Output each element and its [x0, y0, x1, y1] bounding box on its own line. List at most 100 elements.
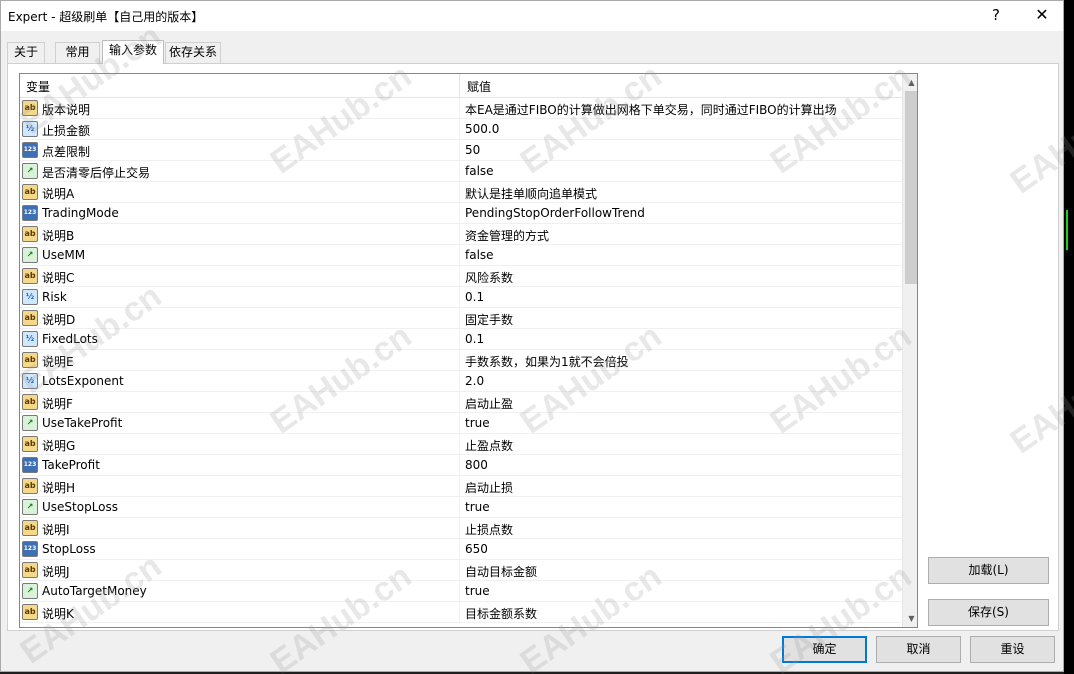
integer-type-icon: 123 — [22, 142, 38, 158]
value-cell[interactable]: 50 — [461, 140, 902, 160]
table-row[interactable]: ½ FixedLots 0.1 — [20, 329, 902, 350]
table-row[interactable]: 123 TradingMode PendingStopOrderFollowTren… — [20, 203, 902, 224]
table-row[interactable]: ab 说明J 自动目标金额 — [20, 560, 902, 581]
value-cell[interactable]: 资金管理的方式 — [461, 224, 902, 244]
tab-common[interactable]: 常用 — [55, 42, 100, 63]
column-header-value[interactable]: 赋值 — [467, 78, 491, 95]
variable-cell[interactable]: ½ Risk — [20, 287, 460, 307]
variable-cell[interactable]: ab 说明I — [20, 518, 460, 538]
save-button[interactable]: 保存(S) — [928, 599, 1049, 626]
value-cell[interactable]: 风险系数 — [461, 266, 902, 286]
table-row[interactable]: ½ LotsExponent 2.0 — [20, 371, 902, 392]
variable-cell[interactable]: ab 说明K — [20, 602, 460, 622]
variable-cell[interactable]: ½ LotsExponent — [20, 371, 460, 391]
table-row[interactable]: ↗ UseTakeProfit true — [20, 413, 902, 434]
table-row[interactable]: 123 点差限制 50 — [20, 140, 902, 161]
scroll-down-icon[interactable]: ▼ — [903, 610, 917, 627]
value-cell[interactable]: false — [461, 245, 902, 265]
cancel-button[interactable]: 取消 — [876, 636, 961, 663]
table-row[interactable]: 123 StopLoss 650 — [20, 539, 902, 560]
expert-properties-dialog: Expert - 超级刷单【自己用的版本】 ? ✕ 关于 常用 输入参数 依存关… — [0, 0, 1064, 672]
close-icon[interactable]: ✕ — [1019, 1, 1065, 31]
value-cell[interactable]: 止损点数 — [461, 518, 902, 538]
value-cell[interactable]: false — [461, 161, 902, 181]
tab-inputs[interactable]: 输入参数 — [102, 40, 164, 64]
table-row[interactable]: 123 TakeProfit 800 — [20, 455, 902, 476]
value-cell[interactable]: 启动止盈 — [461, 392, 902, 412]
value-cell[interactable]: 止盈点数 — [461, 434, 902, 454]
value-cell[interactable]: 0.1 — [461, 287, 902, 307]
table-row[interactable]: ab 说明F 启动止盈 — [20, 392, 902, 413]
scroll-up-icon[interactable]: ▲ — [903, 74, 917, 91]
table-row[interactable]: ↗ UseMM false — [20, 245, 902, 266]
value-cell[interactable]: 目标金额系数 — [461, 602, 902, 622]
variable-cell[interactable]: 123 TakeProfit — [20, 455, 460, 475]
table-row[interactable]: ½ Risk 0.1 — [20, 287, 902, 308]
value-cell[interactable]: 2.0 — [461, 371, 902, 391]
variable-cell[interactable]: ½ 止损金额 — [20, 119, 460, 139]
variable-cell[interactable]: ½ FixedLots — [20, 329, 460, 349]
table-row[interactable]: ab 说明G 止盈点数 — [20, 434, 902, 455]
column-header-variable[interactable]: 变量 — [26, 78, 50, 95]
value-cell[interactable]: true — [461, 497, 902, 517]
table-row[interactable]: ab 说明K 目标金额系数 — [20, 602, 902, 623]
value-cell[interactable]: true — [461, 581, 902, 601]
string-type-icon: ab — [22, 394, 38, 410]
variable-cell[interactable]: ab 说明A — [20, 182, 460, 202]
value-text: 0.1 — [465, 332, 485, 346]
variable-cell[interactable]: 123 TradingMode — [20, 203, 460, 223]
variable-cell[interactable]: ab 说明J — [20, 560, 460, 580]
tab-about[interactable]: 关于 — [7, 42, 45, 63]
column-divider[interactable] — [459, 74, 460, 98]
variable-cell[interactable]: ab 说明G — [20, 434, 460, 454]
table-row[interactable]: ab 版本说明 本EA是通过FIBO的计算做出网格下单交易，同时通过FIBO的计算出… — [20, 98, 902, 119]
table-row[interactable]: ab 说明E 手数系数，如果为1就不会倍投 — [20, 350, 902, 371]
value-cell[interactable]: PendingStopOrderFollowTrend — [461, 203, 902, 223]
value-cell[interactable]: 手数系数，如果为1就不会倍投 — [461, 350, 902, 370]
value-text: 资金管理的方式 — [465, 229, 550, 243]
table-row[interactable]: ↗ AutoTargetMoney true — [20, 581, 902, 602]
tab-dependencies[interactable]: 依存关系 — [165, 42, 221, 63]
variable-cell[interactable]: ↗ AutoTargetMoney — [20, 581, 460, 601]
value-cell[interactable]: 800 — [461, 455, 902, 475]
inputs-panel: 变量 赋值 ab 版本说明 本EA是通过FIBO的计算做出网格下单交易，同时通过FI… — [7, 63, 1059, 631]
vertical-scrollbar[interactable]: ▲ ▼ — [902, 74, 917, 627]
help-icon[interactable]: ? — [973, 1, 1019, 31]
value-cell[interactable]: 自动目标金额 — [461, 560, 902, 580]
value-text: 2.0 — [465, 374, 485, 388]
load-button[interactable]: 加载(L) — [928, 557, 1049, 584]
table-row[interactable]: ab 说明D 固定手数 — [20, 308, 902, 329]
value-cell[interactable]: 本EA是通过FIBO的计算做出网格下单交易，同时通过FIBO的计算出场 — [461, 98, 902, 118]
variable-cell[interactable]: 123 StopLoss — [20, 539, 460, 559]
value-cell[interactable]: 0.1 — [461, 329, 902, 349]
value-cell[interactable]: 650 — [461, 539, 902, 559]
variable-cell[interactable]: ab 说明D — [20, 308, 460, 328]
ok-button[interactable]: 确定 — [782, 636, 867, 663]
table-row[interactable]: ab 说明B 资金管理的方式 — [20, 224, 902, 245]
table-row[interactable]: ab 说明C 风险系数 — [20, 266, 902, 287]
value-cell[interactable]: 启动止损 — [461, 476, 902, 496]
value-cell[interactable]: 默认是挂单顺向追单模式 — [461, 182, 902, 202]
variable-cell[interactable]: ↗ UseTakeProfit — [20, 413, 460, 433]
table-row[interactable]: ab 说明H 启动止损 — [20, 476, 902, 497]
table-row[interactable]: ab 说明A 默认是挂单顺向追单模式 — [20, 182, 902, 203]
variable-cell[interactable]: ab 说明B — [20, 224, 460, 244]
variable-cell[interactable]: ab 说明C — [20, 266, 460, 286]
variable-cell[interactable]: ↗ 是否清零后停止交易 — [20, 161, 460, 181]
variable-cell[interactable]: ab 说明E — [20, 350, 460, 370]
variable-cell[interactable]: ab 说明F — [20, 392, 460, 412]
variable-cell[interactable]: ab 版本说明 — [20, 98, 460, 118]
variable-cell[interactable]: ab 说明H — [20, 476, 460, 496]
table-row[interactable]: ↗ UseStopLoss true — [20, 497, 902, 518]
value-cell[interactable]: 固定手数 — [461, 308, 902, 328]
variable-cell[interactable]: ↗ UseStopLoss — [20, 497, 460, 517]
table-row[interactable]: ½ 止损金额 500.0 — [20, 119, 902, 140]
scrollbar-thumb[interactable] — [905, 91, 917, 284]
value-cell[interactable]: 500.0 — [461, 119, 902, 139]
value-cell[interactable]: true — [461, 413, 902, 433]
variable-cell[interactable]: ↗ UseMM — [20, 245, 460, 265]
variable-cell[interactable]: 123 点差限制 — [20, 140, 460, 160]
table-row[interactable]: ↗ 是否清零后停止交易 false — [20, 161, 902, 182]
table-row[interactable]: ab 说明I 止损点数 — [20, 518, 902, 539]
reset-button[interactable]: 重设 — [970, 636, 1055, 663]
